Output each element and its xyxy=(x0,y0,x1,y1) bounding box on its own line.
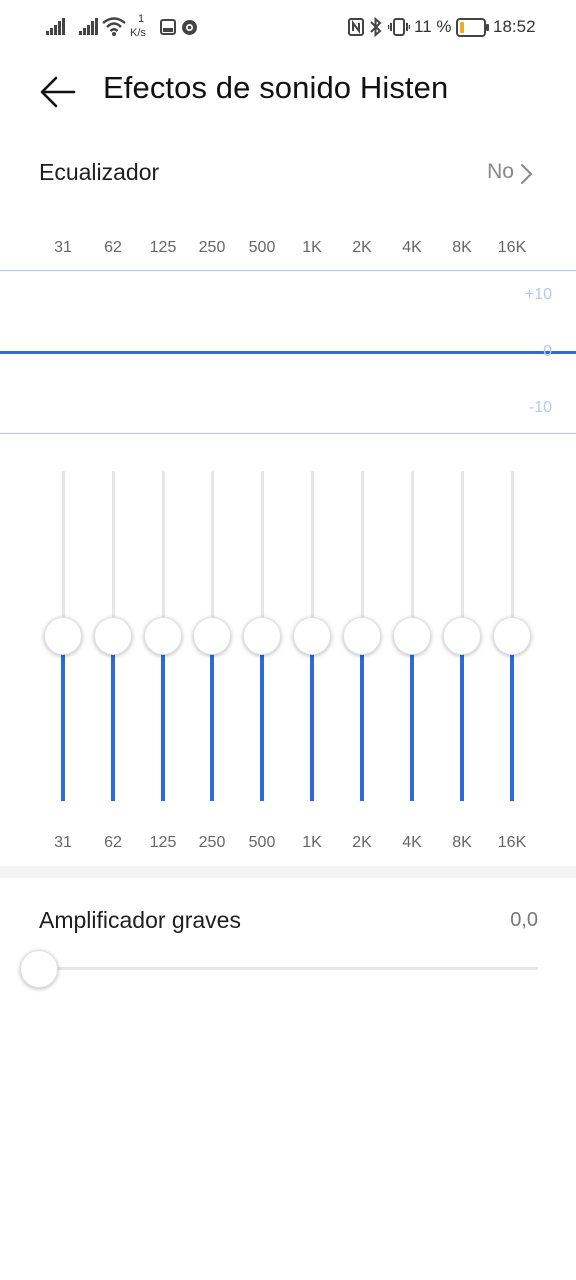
slider-knob[interactable] xyxy=(243,617,281,655)
signal-2-icon xyxy=(79,18,98,35)
slider-track-upper[interactable] xyxy=(310,471,314,636)
db-label-0: 0 xyxy=(543,343,552,360)
slider-track-filled[interactable] xyxy=(161,636,165,801)
back-arrow-icon[interactable] xyxy=(38,72,78,112)
battery-percent: 11 % xyxy=(414,17,452,36)
slider-track-upper[interactable] xyxy=(61,471,65,636)
slider-knob[interactable] xyxy=(144,617,182,655)
equalizer-row[interactable]: Ecualizador No xyxy=(0,140,576,210)
slider-track-filled[interactable] xyxy=(260,636,264,801)
slider-knob[interactable] xyxy=(343,617,381,655)
vibrate-icon xyxy=(388,18,410,36)
bass-amplifier-label: Amplificador graves xyxy=(39,907,241,933)
slider-track-filled[interactable] xyxy=(410,636,414,801)
slider-track-filled[interactable] xyxy=(360,636,364,801)
slider-knob[interactable] xyxy=(293,617,331,655)
bluetooth-icon xyxy=(370,17,382,37)
freq-label-bottom: 16K xyxy=(497,834,527,851)
status-bar: 1 K/s 11 % 18:52 xyxy=(0,0,576,56)
slider-track-filled[interactable] xyxy=(210,636,214,801)
equalizer-value: No xyxy=(487,160,514,183)
slider-track-filled[interactable] xyxy=(111,636,115,801)
slider-knob[interactable] xyxy=(443,617,481,655)
bass-amplifier-value: 0,0 xyxy=(510,909,538,931)
section-divider xyxy=(0,866,576,878)
signal-1-icon xyxy=(46,18,65,35)
slider-track-upper[interactable] xyxy=(161,471,165,636)
slider-track-filled[interactable] xyxy=(310,636,314,801)
slider-track-upper[interactable] xyxy=(460,471,464,636)
clock: 18:52 xyxy=(493,17,536,36)
slider-track-filled[interactable] xyxy=(510,636,514,801)
slider-track-upper[interactable] xyxy=(111,471,115,636)
curve-bottom-border xyxy=(0,433,576,434)
slider-track-upper[interactable] xyxy=(260,471,264,636)
freq-label-top: 16K xyxy=(497,239,527,256)
net-speed-value: 1 xyxy=(137,13,145,25)
slider-knob[interactable] xyxy=(393,617,431,655)
equalizer-curve: +10 0 -10 xyxy=(0,270,576,436)
slider-track-filled[interactable] xyxy=(460,636,464,801)
bass-amplifier-track[interactable] xyxy=(38,967,538,970)
curve-line xyxy=(0,351,576,354)
chevron-right-icon xyxy=(521,164,533,184)
battery-icon xyxy=(456,18,489,37)
slider-track-filled[interactable] xyxy=(61,636,65,801)
slider-track-upper[interactable] xyxy=(410,471,414,636)
db-label-plus10: +10 xyxy=(524,286,552,303)
slider-knob[interactable] xyxy=(493,617,531,655)
curve-top-border xyxy=(0,270,576,271)
wifi-icon xyxy=(102,17,126,36)
slider-knob[interactable] xyxy=(94,617,132,655)
net-speed-unit: K/s xyxy=(130,27,146,39)
slider-knob[interactable] xyxy=(44,617,82,655)
equalizer-label: Ecualizador xyxy=(39,159,160,185)
page-title: Efectos de sonido Histen xyxy=(103,70,449,105)
bass-amplifier-knob[interactable] xyxy=(20,950,58,988)
slider-track-upper[interactable] xyxy=(210,471,214,636)
image-icon xyxy=(160,19,176,35)
nfc-icon xyxy=(348,18,364,36)
circle-app-icon xyxy=(182,20,197,35)
slider-track-upper[interactable] xyxy=(510,471,514,636)
db-label-minus10: -10 xyxy=(528,399,552,416)
slider-track-upper[interactable] xyxy=(360,471,364,636)
slider-knob[interactable] xyxy=(193,617,231,655)
